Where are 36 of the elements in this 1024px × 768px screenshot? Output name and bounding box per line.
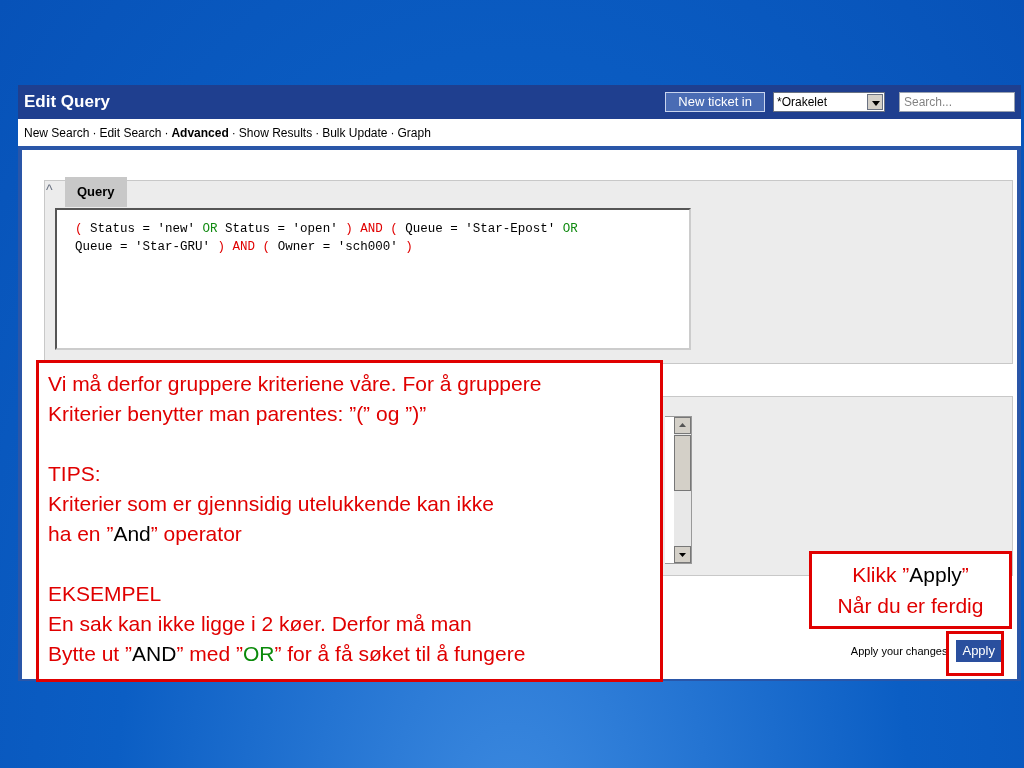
menu-link[interactable]: Advanced <box>171 123 229 142</box>
menu-separator: · <box>314 124 321 142</box>
query-textarea[interactable]: ( Status = 'new' OR Status = 'open' ) AND ( Queue = 'Star-Epost' OR Queue = 'Star-GRU' ) AND ( Owner = 'sch000' ) <box>55 208 691 350</box>
callout-text-line: TIPS: <box>48 461 101 487</box>
menu-separator: · <box>230 124 237 142</box>
callout-text-line: Vi må derfor gruppere kriteriene våre. For å gruppere <box>48 371 542 397</box>
scroll-up-icon[interactable] <box>674 417 691 434</box>
menu-link[interactable]: Show Results <box>238 123 313 142</box>
apply-button[interactable]: Apply <box>956 640 1001 662</box>
menu-link[interactable]: Edit Search <box>99 123 162 142</box>
callout-text-line: Kriterier benytter man parentes: ”(” og ”)” <box>48 401 427 427</box>
search-field[interactable]: Search... <box>899 92 1015 112</box>
scroll-down-icon[interactable] <box>674 546 691 563</box>
query-tab[interactable]: Query <box>65 177 127 207</box>
collapse-toggle[interactable]: ^ <box>46 180 53 201</box>
menu-link[interactable]: New Search <box>24 123 90 142</box>
menu-separator: · <box>163 124 170 142</box>
callout-text-line: En sak kan ikke ligge i 2 køer. Derfor må man <box>48 611 472 637</box>
scrollbar[interactable] <box>674 417 691 563</box>
new-ticket-button[interactable]: New ticket in <box>665 92 765 112</box>
scroll-thumb[interactable] <box>674 435 691 491</box>
callout-text-line: Klikk ”Apply” <box>852 562 969 588</box>
list-box[interactable] <box>665 416 692 564</box>
highlight-frame <box>946 631 1004 676</box>
menu-link[interactable]: Bulk Update <box>322 123 388 142</box>
queue-select[interactable]: *Orakelet <box>773 92 885 112</box>
callout-text-line: Bytte ut ”AND” med ”OR” for å få søket til å fungere <box>48 641 526 667</box>
apply-label: Apply your changes <box>850 643 948 659</box>
window-title: Edit Query <box>24 91 110 114</box>
callout-text-line: ha en ”And” operator <box>48 521 242 547</box>
menu-separator: · <box>91 124 98 142</box>
menu-link[interactable]: Graph <box>397 123 431 142</box>
callout-text-line: EKSEMPEL <box>48 581 162 607</box>
callout-text-line: Når du er ferdig <box>837 593 984 619</box>
callout-text-line: Kriterier som er gjennsidig utelukkende kan ikke <box>48 491 494 517</box>
menu-separator: · <box>389 124 396 142</box>
